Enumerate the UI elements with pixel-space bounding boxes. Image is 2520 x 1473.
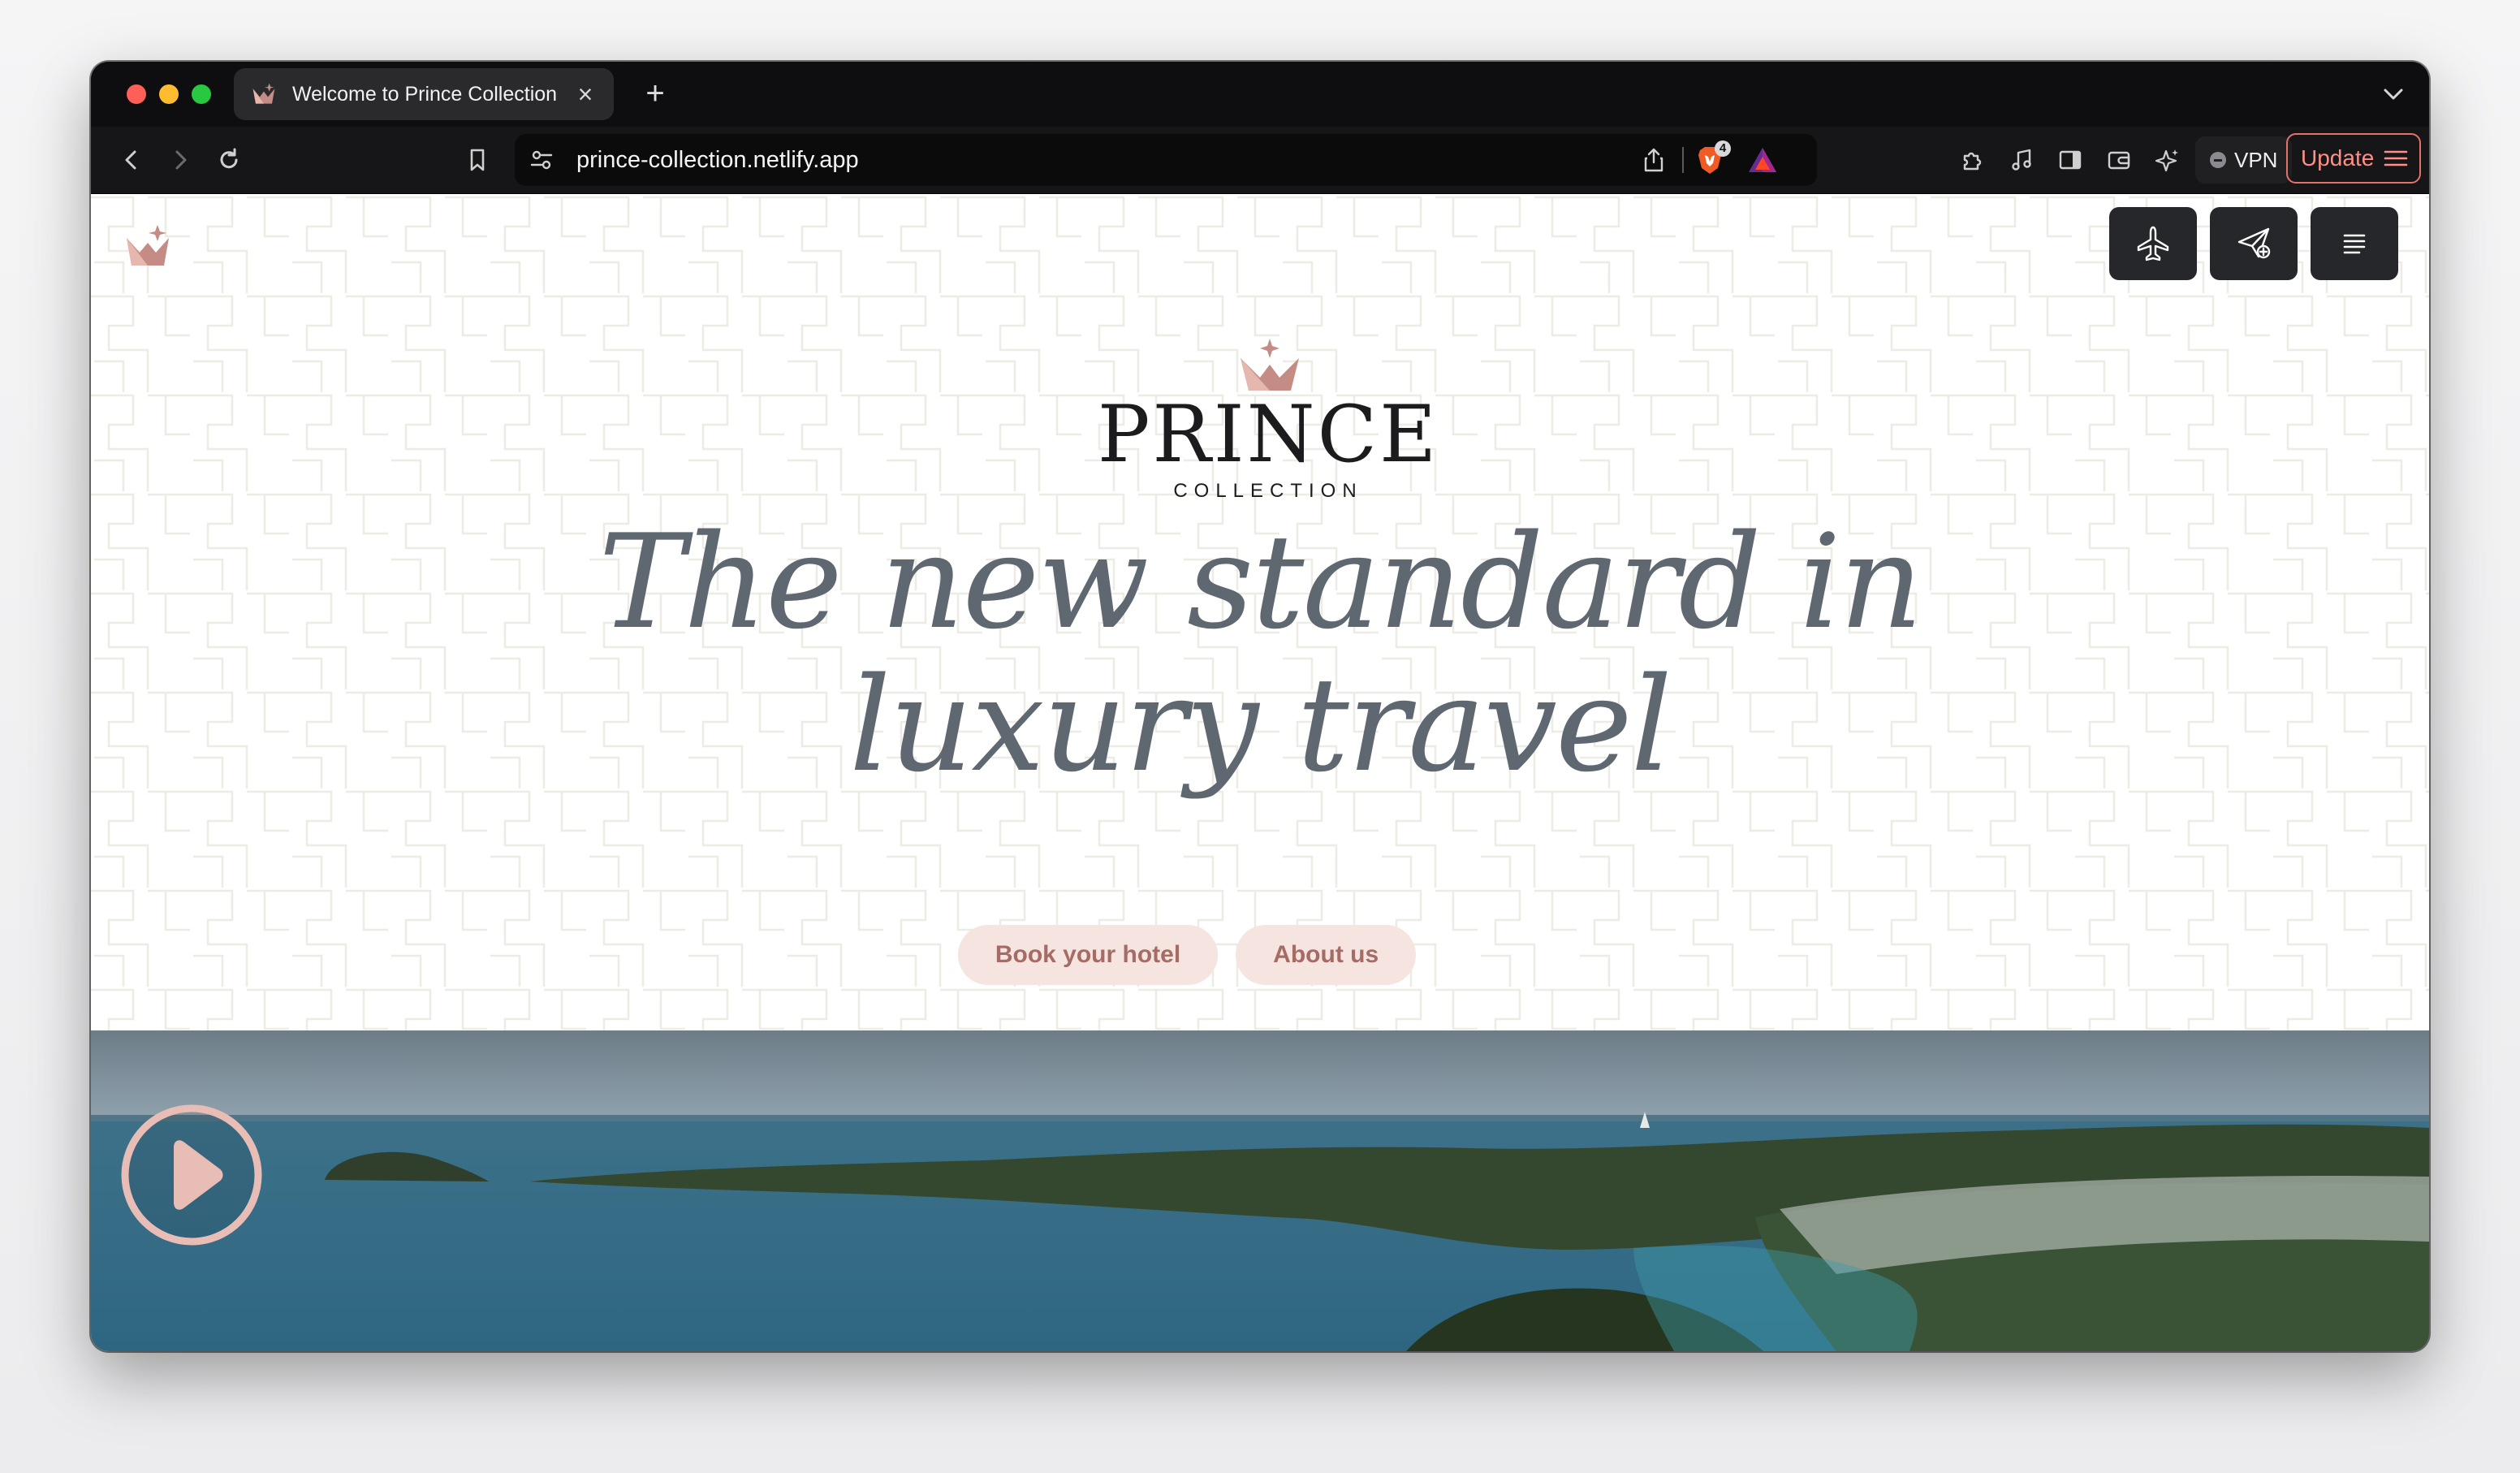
music-note-icon [2012, 149, 2031, 171]
book-hotel-button[interactable]: Book your hotel [957, 925, 1219, 985]
airplane-icon [2137, 226, 2169, 261]
sparkle-icon [2155, 149, 2178, 172]
flights-button[interactable] [2109, 207, 2197, 280]
chevron-left-icon [125, 150, 136, 170]
shields-count-badge: 4 [1715, 140, 1731, 157]
brand-subtitle: COLLECTION [1173, 480, 1363, 502]
new-tab-button[interactable]: + [635, 73, 675, 114]
menu-icon [2343, 234, 2366, 254]
about-us-button[interactable]: About us [1236, 925, 1417, 985]
minimize-window-button[interactable] [159, 84, 179, 104]
sidebar-button[interactable] [2054, 144, 2086, 176]
url-text[interactable]: prince-collection.netlify.app [576, 134, 859, 186]
crown-logo-icon [1241, 339, 1299, 391]
extensions-button[interactable] [1957, 144, 1989, 176]
tab-title: Welcome to Prince Collection [292, 82, 558, 106]
hero-video[interactable] [91, 1030, 2429, 1351]
puzzle-icon [1963, 152, 1982, 171]
sidebar-icon [2059, 150, 2082, 170]
headline-line-2: luxury travel [849, 649, 1672, 801]
send-enquiry-button[interactable] [2210, 207, 2298, 280]
sliders-icon[interactable] [528, 146, 555, 174]
tab-close-icon[interactable]: × [573, 81, 598, 107]
hero-section: PRINCE COLLECTION The new standard in lu… [91, 194, 2429, 1030]
vpn-status-icon [2210, 152, 2226, 168]
browser-window: Welcome to Prince Collection × + prince-… [91, 62, 2429, 1351]
vpn-button[interactable]: VPN [2195, 136, 2293, 184]
back-button[interactable] [115, 144, 148, 176]
coastline-video-frame [91, 1030, 2429, 1351]
maximize-window-button[interactable] [192, 84, 211, 104]
screen-background: Welcome to Prince Collection × + prince-… [0, 0, 2520, 1473]
forward-button[interactable] [164, 144, 196, 176]
chevron-right-icon [175, 150, 187, 170]
bookmark-icon [470, 149, 485, 171]
update-label: Update [2301, 145, 2375, 171]
headline-line-1: The new standard in [598, 506, 1923, 658]
page-viewport: PRINCE COLLECTION The new standard in lu… [91, 194, 2429, 1351]
wallet-icon [2108, 151, 2130, 170]
paper-plane-icon [2237, 227, 2271, 259]
hero-headline: The new standard in luxury travel [91, 511, 2429, 797]
site-logo-icon[interactable] [123, 223, 172, 269]
play-icon[interactable] [119, 1102, 265, 1248]
main-menu-button[interactable] [2311, 207, 2398, 280]
shields-button[interactable]: 4 [1694, 140, 1731, 176]
share-icon[interactable] [1640, 146, 1668, 174]
chevron-down-icon[interactable] [2377, 78, 2410, 110]
browser-tab-active[interactable]: Welcome to Prince Collection × [234, 68, 614, 120]
triangle-rewards-icon[interactable] [1747, 145, 1778, 175]
menu-icon [2384, 150, 2408, 166]
browser-toolbar: prince-collection.netlify.app 4 VPN Upda… [91, 127, 2429, 194]
close-window-button[interactable] [127, 84, 146, 104]
brand-name: PRINCE [1097, 389, 1439, 480]
reload-icon [220, 148, 238, 169]
tab-strip: Welcome to Prince Collection × + [91, 62, 2429, 127]
update-button[interactable]: Update [2286, 133, 2422, 184]
cta-row: Book your hotel About us [91, 925, 2429, 985]
vpn-label: VPN [2234, 147, 2278, 172]
leo-button[interactable] [2151, 144, 2184, 176]
bookmark-button[interactable] [461, 144, 494, 176]
address-bar-separator [1682, 147, 1684, 173]
wallet-button[interactable] [2103, 144, 2135, 176]
reload-button[interactable] [213, 144, 245, 176]
crown-logo-icon [252, 83, 275, 104]
media-button[interactable] [2005, 144, 2038, 176]
address-bar[interactable]: prince-collection.netlify.app 4 [515, 134, 1817, 186]
